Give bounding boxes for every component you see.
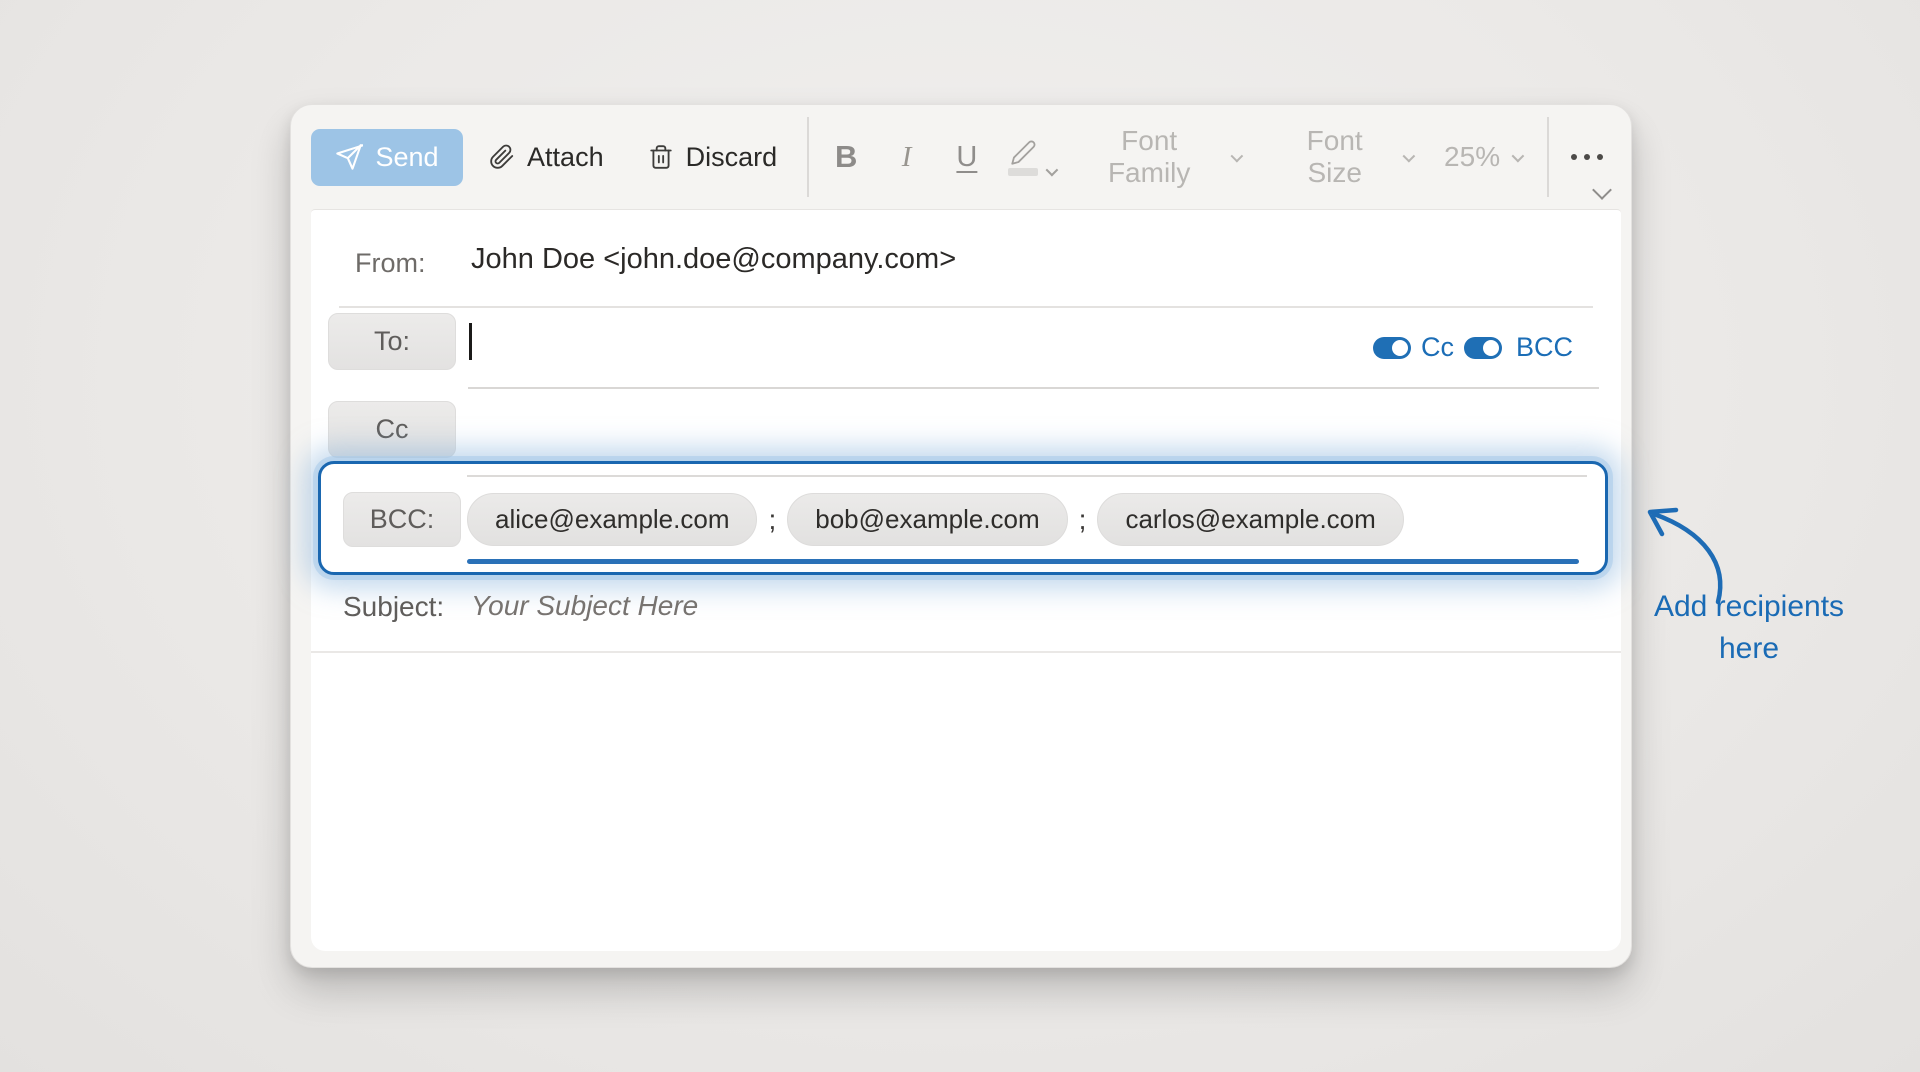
recipient-pill[interactable]: bob@example.com bbox=[787, 493, 1067, 546]
collapse-toolbar-icon[interactable] bbox=[1592, 180, 1612, 200]
bcc-toggle[interactable] bbox=[1464, 337, 1502, 359]
compose-toolbar: Send Attach Discard B I U Font Family Fo… bbox=[291, 105, 1631, 209]
to-input[interactable] bbox=[461, 313, 1321, 373]
send-button[interactable]: Send bbox=[311, 129, 463, 186]
send-icon bbox=[335, 143, 363, 171]
to-field-button[interactable]: To: bbox=[328, 313, 456, 370]
bcc-field-label[interactable]: BCC: bbox=[343, 492, 461, 547]
underline-button[interactable]: U bbox=[946, 141, 988, 174]
bcc-field-highlight[interactable]: BCC: alice@example.com ; bob@example.com… bbox=[318, 461, 1608, 575]
field-divider bbox=[468, 387, 1599, 389]
paperclip-icon bbox=[489, 142, 515, 172]
toolbar-divider bbox=[1547, 117, 1549, 197]
field-divider bbox=[339, 306, 1593, 308]
chevron-down-icon bbox=[1512, 149, 1525, 162]
highlight-color-button[interactable] bbox=[1008, 139, 1055, 176]
message-body[interactable] bbox=[311, 653, 1621, 951]
zoom-value: 25% bbox=[1444, 141, 1500, 173]
recipient-toggles: Cc BCC bbox=[1373, 332, 1573, 363]
attach-button[interactable]: Attach bbox=[489, 142, 604, 173]
send-label: Send bbox=[375, 142, 438, 173]
subject-input[interactable]: Your Subject Here bbox=[471, 590, 698, 622]
focused-field-underline bbox=[467, 559, 1579, 564]
toolbar-divider bbox=[807, 117, 809, 197]
compose-window: Send Attach Discard B I U Font Family Fo… bbox=[290, 104, 1632, 968]
chevron-down-icon bbox=[1403, 149, 1416, 162]
bcc-recipient-list: alice@example.com ; bob@example.com ; ca… bbox=[467, 491, 1404, 548]
ellipsis-icon bbox=[1571, 154, 1577, 160]
cc-field-button[interactable]: Cc bbox=[328, 401, 456, 458]
italic-button[interactable]: I bbox=[885, 141, 927, 174]
recipient-pill[interactable]: alice@example.com bbox=[467, 493, 757, 546]
more-options-button[interactable] bbox=[1563, 146, 1611, 168]
cc-toggle[interactable] bbox=[1373, 337, 1411, 359]
chevron-down-icon bbox=[1231, 149, 1244, 162]
cc-toggle-label[interactable]: Cc bbox=[1421, 332, 1454, 363]
font-family-label: Font Family bbox=[1079, 125, 1219, 189]
bold-button[interactable]: B bbox=[825, 139, 867, 175]
from-label: From: bbox=[355, 248, 426, 279]
annotation-text: Add recipients here bbox=[1636, 586, 1862, 670]
zoom-dropdown[interactable]: 25% bbox=[1444, 141, 1521, 173]
recipient-pill[interactable]: carlos@example.com bbox=[1097, 493, 1403, 546]
recipient-separator: ; bbox=[768, 504, 776, 536]
field-divider bbox=[467, 475, 1587, 477]
font-size-dropdown[interactable]: Font Size bbox=[1278, 125, 1412, 189]
subject-label: Subject: bbox=[343, 591, 444, 623]
trash-icon bbox=[648, 143, 674, 171]
font-family-dropdown[interactable]: Font Family bbox=[1079, 125, 1240, 189]
text-cursor bbox=[469, 323, 472, 360]
discard-button[interactable]: Discard bbox=[648, 142, 778, 173]
chevron-down-icon bbox=[1046, 163, 1059, 176]
discard-label: Discard bbox=[686, 142, 778, 173]
from-value: John Doe <john.doe@company.com> bbox=[471, 243, 956, 276]
recipient-separator: ; bbox=[1079, 504, 1087, 536]
highlight-swatch bbox=[1008, 168, 1038, 176]
compose-form: From: John Doe <john.doe@company.com> To… bbox=[311, 209, 1621, 951]
font-size-label: Font Size bbox=[1278, 125, 1391, 189]
bcc-toggle-label[interactable]: BCC bbox=[1516, 332, 1573, 363]
highlighter-icon bbox=[1008, 139, 1038, 176]
attach-label: Attach bbox=[527, 142, 604, 173]
